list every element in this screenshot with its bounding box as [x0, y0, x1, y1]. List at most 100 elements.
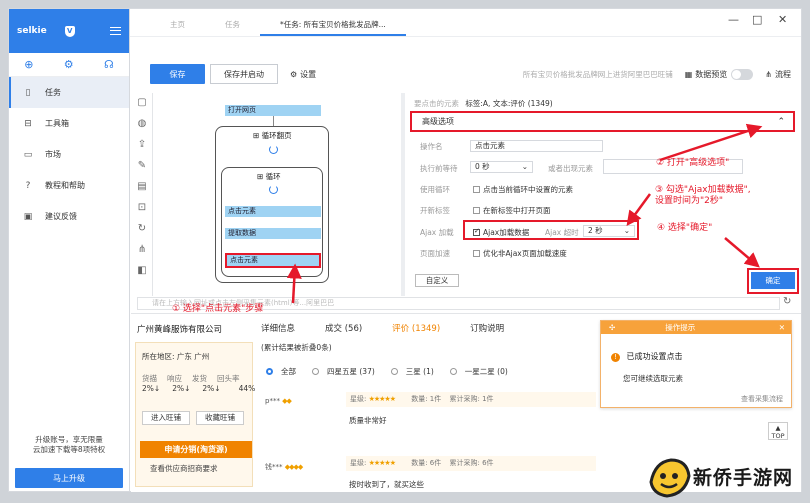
close-icon[interactable]: ✕	[779, 323, 785, 332]
custom-button[interactable]: 自定义	[415, 274, 459, 287]
tab-order-notes[interactable]: 订购说明	[470, 322, 504, 334]
sidebar: selkie V ⊕ ⚙ ☊ ▯ 任务 ⊟ 工具箱 ▭ 市场 ? 教程和帮助 ▣…	[8, 8, 130, 492]
sidebar-item-tasks[interactable]: ▯ 任务	[9, 77, 129, 108]
view-flow-link[interactable]: 查看采集流程	[741, 394, 783, 404]
wait-icon[interactable]: ◧	[137, 265, 146, 276]
save-button[interactable]: 保存	[150, 64, 205, 84]
new-page-icon[interactable]: ▢	[137, 97, 146, 108]
toolbox-icon: ⊟	[24, 118, 32, 129]
new-tab-label: 开新标签	[420, 206, 450, 215]
add-icon[interactable]: ⊕	[24, 58, 33, 71]
new-tab-checkbox[interactable]	[473, 207, 480, 214]
node-open-page[interactable]: 打开网页	[225, 105, 321, 116]
extract-icon[interactable]: ⇪	[138, 139, 146, 150]
sidebar-header: selkie V	[9, 9, 129, 53]
info-icon: !	[611, 353, 620, 362]
metrics-labels: 货描 响应 发货 回头率	[142, 374, 240, 383]
close-icon[interactable]: ✕	[778, 13, 787, 26]
annotation-step-4: ④ 选择"确定"	[657, 223, 713, 233]
review-fold-note: (累计结果被折叠0条)	[261, 343, 332, 352]
maximize-icon[interactable]: □	[752, 13, 762, 26]
tab-home[interactable]: 主页	[150, 19, 205, 36]
arrow-up-icon: ▲	[775, 424, 781, 432]
minimize-icon[interactable]: —	[728, 13, 739, 26]
target-value: 标签:A, 文本:评价 (1349)	[465, 99, 553, 108]
loop-icon[interactable]: ↻	[138, 223, 146, 234]
brand-label: selkie	[17, 26, 47, 36]
move-icon[interactable]: ✣	[609, 323, 615, 332]
sidebar-item-feedback[interactable]: ▣ 建议反馈	[9, 201, 129, 232]
tab-details[interactable]: 详细信息	[261, 322, 295, 334]
filter-3-stars[interactable]: 三星 (1)	[390, 366, 442, 377]
page-speed-checkbox[interactable]	[473, 250, 480, 257]
enter-shop-button[interactable]: 进入旺铺	[142, 411, 190, 425]
reviewer-avatar: p*** ◆◆	[265, 397, 292, 405]
favorite-shop-button[interactable]: 收藏旺铺	[196, 411, 244, 425]
menu-icon[interactable]	[110, 27, 121, 35]
chevron-down-icon: ⌄	[521, 162, 528, 171]
input-icon[interactable]: ▤	[137, 181, 146, 192]
op-name-input[interactable]: 点击元素	[470, 140, 603, 152]
toast-sub: 您可继续选取元素	[623, 374, 683, 383]
new-tab-option[interactable]: 在新标签中打开页面	[473, 205, 551, 216]
or-element-label: 或者出现元素	[548, 164, 593, 173]
wait-value: 0 秒	[475, 162, 490, 171]
review-row: 星级: ★★★★★ 数量: 1件 累计采购: 1件	[346, 392, 596, 407]
use-loop-checkbox[interactable]	[473, 186, 480, 193]
ajax-highlight-box	[463, 220, 639, 240]
sidebar-item-market[interactable]: ▭ 市场	[9, 139, 129, 170]
supplier-requirements-link[interactable]: 查看供应商招商要求	[150, 463, 218, 474]
use-loop-option[interactable]: 点击当前循环中设置的元素	[473, 184, 573, 195]
save-and-run-button[interactable]: 保存并启动	[210, 64, 278, 84]
node-extract-data[interactable]: 提取数据	[225, 228, 321, 239]
apply-distribution-button[interactable]: 申请分销(淘货源)	[140, 441, 252, 458]
branch-icon[interactable]: ⋔	[138, 244, 146, 255]
help-icon: ?	[25, 180, 31, 191]
wait-select[interactable]: 0 秒 ⌄	[470, 161, 533, 173]
confirm-button[interactable]: 确定	[751, 272, 795, 289]
review-text: 按时收到了，就买这些	[349, 480, 424, 489]
use-loop-label: 使用循环	[420, 185, 450, 194]
shop-title: 广州黄峰服饰有限公司	[137, 325, 223, 335]
tab-tasks[interactable]: 任务	[205, 19, 260, 36]
wait-label: 执行前等待	[420, 164, 458, 173]
sidebar-item-help[interactable]: ? 教程和帮助	[9, 170, 129, 201]
promo-line: 云加速下载等8项特权	[32, 445, 106, 454]
data-preview-toggle[interactable]	[731, 68, 754, 80]
sidebar-quick-icons: ⊕ ⚙ ☊	[9, 53, 129, 77]
upgrade-button[interactable]: 马上升级	[15, 468, 123, 488]
gear-icon: ⚙	[290, 69, 298, 79]
canvas-scrollbar[interactable]	[401, 93, 405, 296]
flow-button[interactable]: ⋔ 流程	[765, 69, 791, 80]
shop-info-card: 所在地区: 广东 广州 货描 响应 发货 回头率 2%↓ 2%↓ 2%↓ 44% 进入旺铺 …	[135, 342, 255, 487]
op-name-label: 操作名	[420, 142, 443, 151]
chevron-up-icon: ⌃	[777, 116, 785, 127]
workflow-canvas: 打开网页 ⊞ 循环翻页 ⊞ 循环 点击元素 提取数据 点击元素	[152, 93, 400, 296]
advanced-options-header[interactable]: 高级选项 ⌃	[410, 111, 795, 132]
filter-4-5-stars[interactable]: 四星五星 (37)	[312, 366, 383, 377]
refresh-icon[interactable]: ↻	[783, 296, 791, 307]
edit-icon[interactable]: ✎	[138, 160, 146, 171]
filter-all[interactable]: 全部	[266, 366, 304, 377]
headset-icon[interactable]: ☊	[104, 58, 114, 71]
hover-icon[interactable]: ⊡	[138, 202, 146, 213]
tab-reviews[interactable]: 评价 (1349)	[392, 322, 440, 334]
mouse-icon[interactable]: ◍	[138, 118, 147, 129]
sidebar-item-label: 任务	[45, 88, 61, 97]
connector	[273, 116, 274, 126]
gear-icon[interactable]: ⚙	[64, 58, 74, 71]
sidebar-item-label: 建议反馈	[45, 212, 77, 221]
filter-1-2-stars[interactable]: 一星二星 (0)	[449, 366, 516, 377]
toolbar: 保存 保存并启动 ⚙ 设置 所有宝贝价格批发品牌网上进货阿里巴巴旺铺 ▦ 数据预…	[150, 63, 801, 85]
node-click-element[interactable]: 点击元素	[225, 206, 321, 217]
page-speed-option[interactable]: 优化非Ajax页面加载速度	[473, 248, 567, 259]
tab-current-task[interactable]: *任务: 所有宝贝价格批发品牌...	[260, 19, 406, 36]
sidebar-item-toolbox[interactable]: ⊟ 工具箱	[9, 108, 129, 139]
node-click-element-selected[interactable]: 点击元素	[225, 253, 321, 268]
promo-line: 升级账号，享无限量	[35, 435, 103, 444]
toast-header: ✣ 操作提示 ✕	[601, 321, 791, 334]
tab-deals[interactable]: 成交 (56)	[325, 322, 362, 334]
back-to-top-button[interactable]: ▲ TOP	[768, 422, 788, 440]
market-icon: ▭	[23, 149, 33, 160]
settings-button[interactable]: ⚙ 设置	[290, 69, 316, 80]
